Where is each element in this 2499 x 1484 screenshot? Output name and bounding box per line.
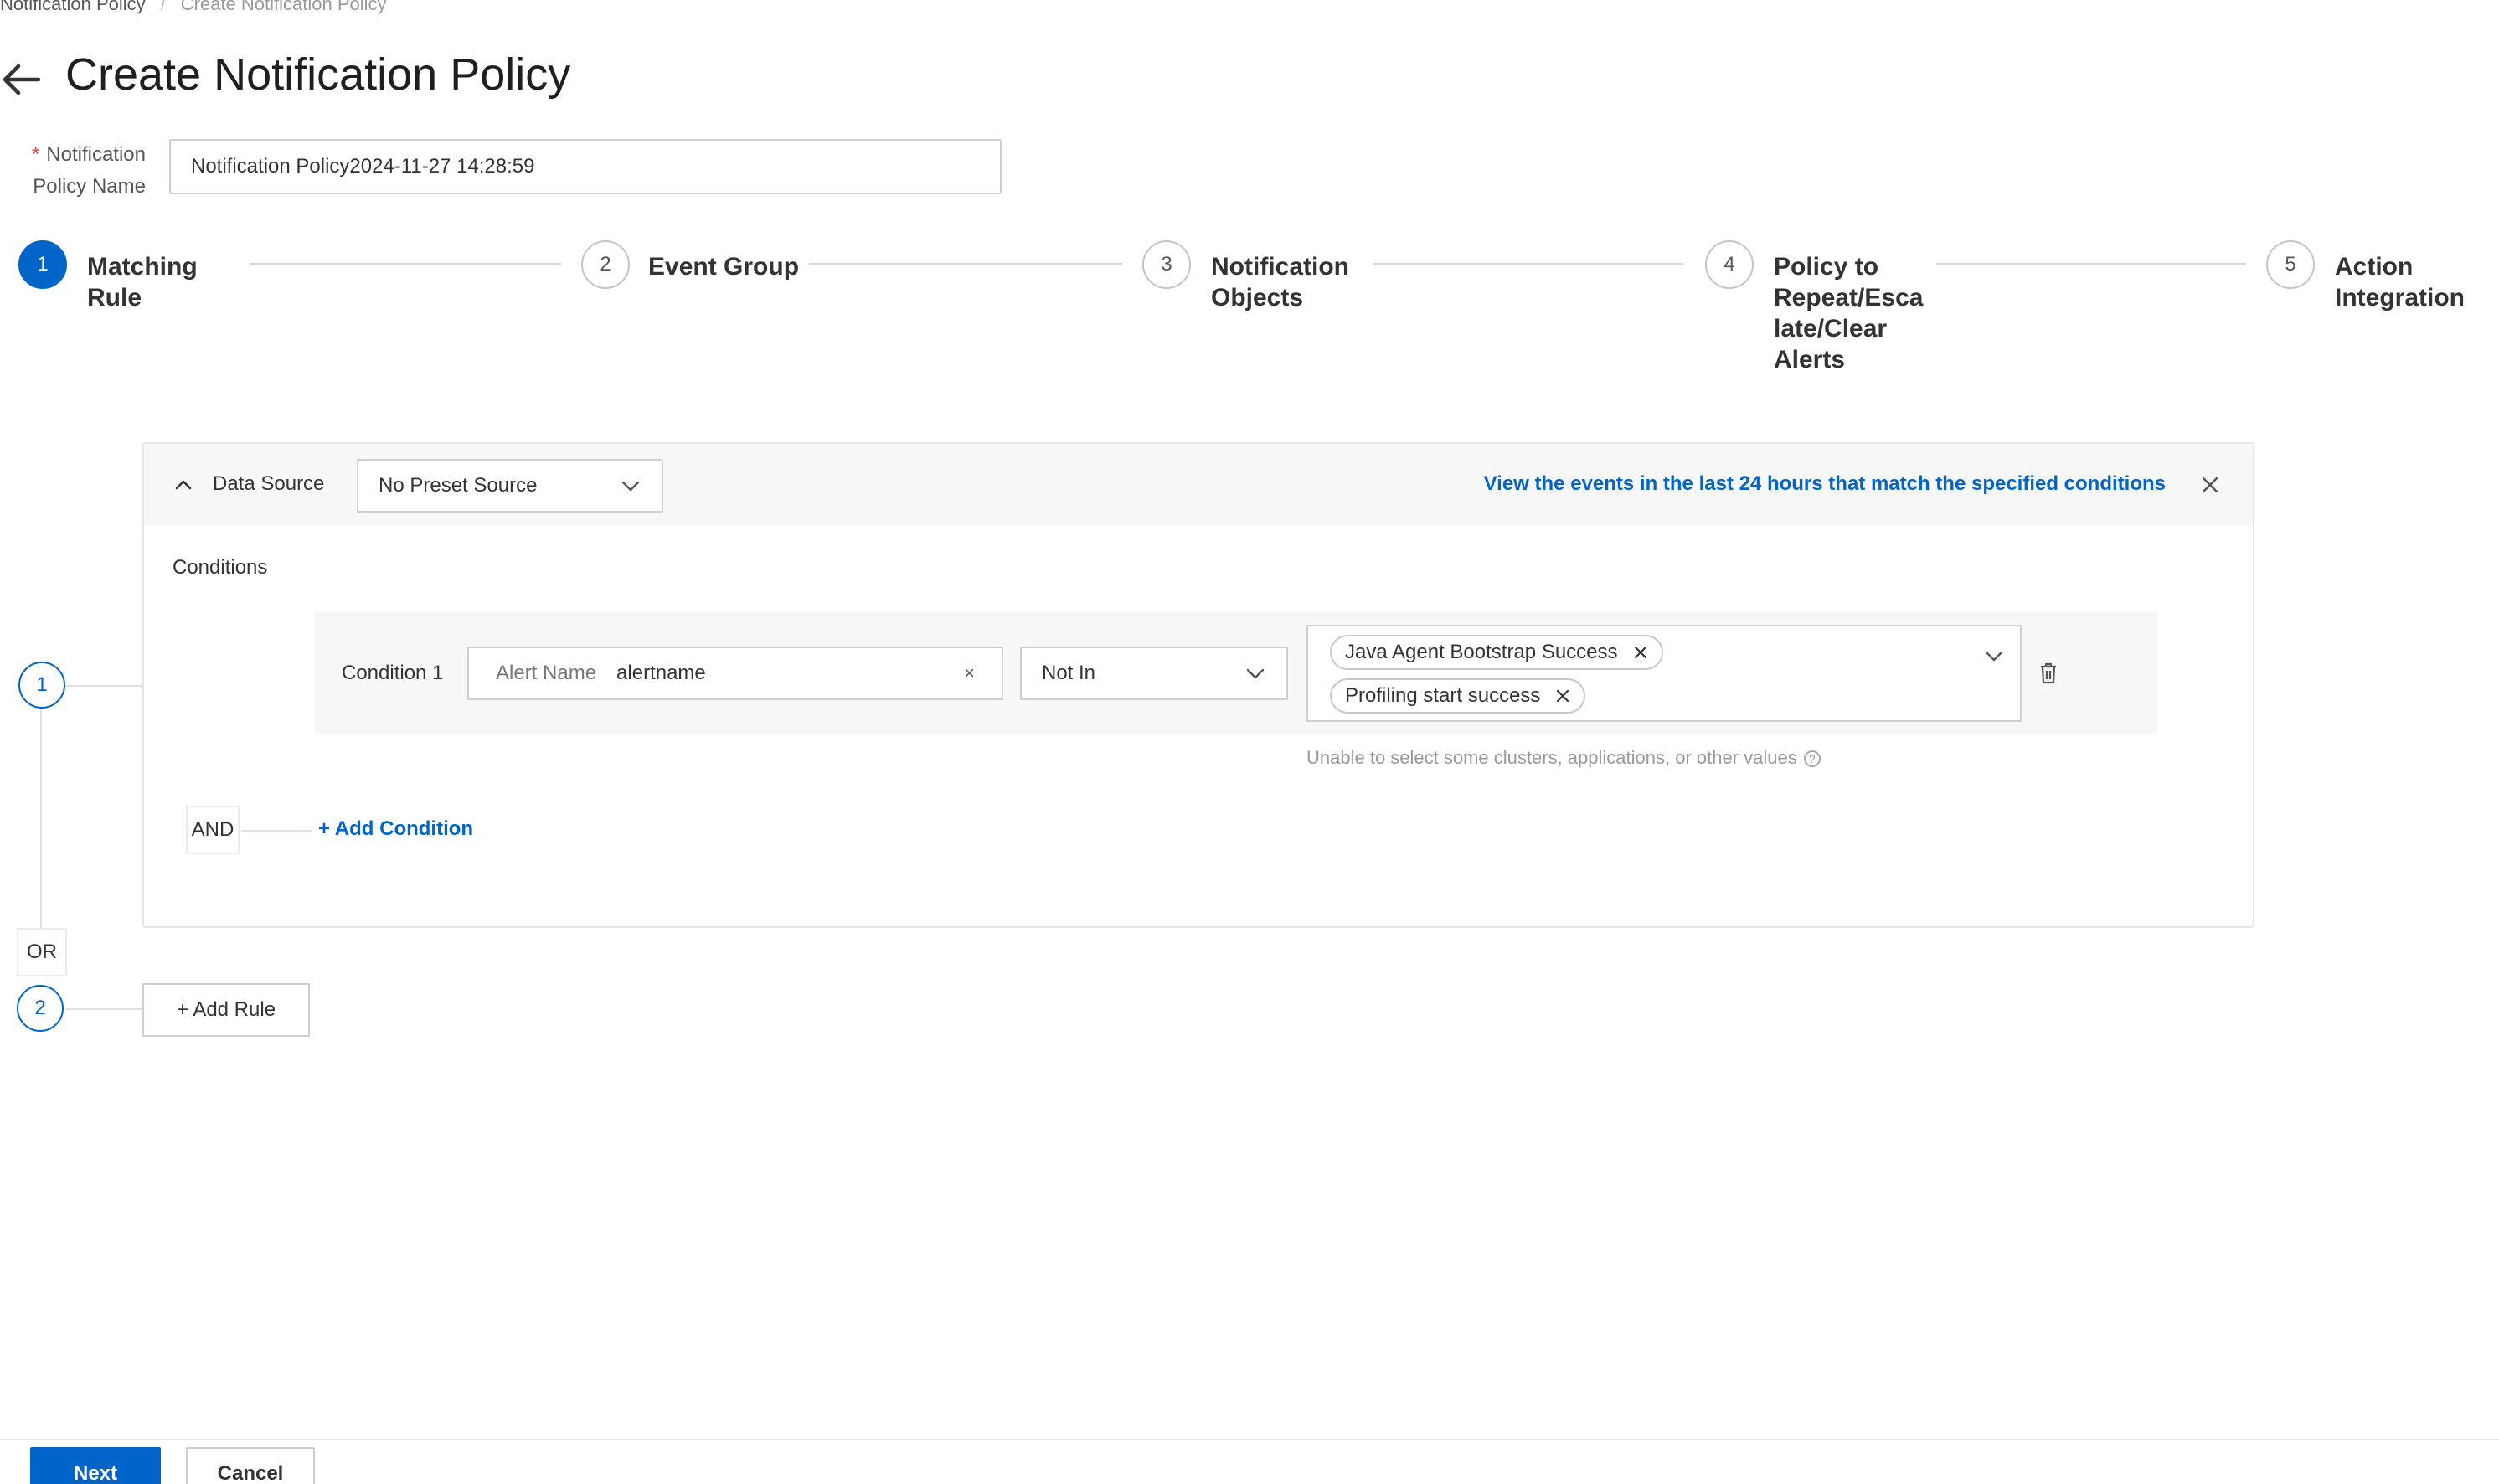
arrow-left-icon[interactable]: [0, 59, 42, 100]
step-connector: [250, 263, 561, 265]
step-5-label: Action Integration: [2335, 253, 2465, 312]
page-title: Create Notification Policy: [65, 49, 571, 100]
and-label: AND: [186, 806, 240, 854]
data-source-label: Data Source: [213, 472, 325, 495]
rule-2-number: 2: [17, 985, 64, 1032]
step-1-label: Matching Rule: [87, 253, 198, 312]
step-1-circle: 1: [18, 240, 67, 289]
rule-connector: [65, 685, 142, 687]
clear-icon[interactable]: ×: [964, 662, 975, 684]
step-5-circle: 5: [2266, 240, 2315, 289]
add-condition-link[interactable]: + Add Condition: [318, 817, 473, 841]
policy-name-label-line2: Policy Name: [33, 175, 146, 198]
value-tag-label: Profiling start success: [1345, 684, 1541, 707]
rule-connector: [65, 1008, 142, 1010]
required-mark: *: [31, 143, 40, 166]
operator-value: Not In: [1042, 662, 1096, 684]
condition-field-key: Alert Name: [496, 662, 597, 684]
data-source-select[interactable]: No Preset Source: [357, 459, 663, 513]
add-rule-button[interactable]: + Add Rule: [142, 983, 310, 1037]
condition-field-input[interactable]: Alert Name alertname ×: [467, 647, 1003, 700]
chevron-up-icon[interactable]: [173, 474, 194, 496]
data-source-value: No Preset Source: [379, 474, 538, 497]
condition-values-select[interactable]: Java Agent Bootstrap Success Profiling s…: [1306, 625, 2022, 722]
hint-text: Unable to select some clusters, applicat…: [1306, 747, 1821, 769]
condition-label: Condition 1: [342, 662, 444, 684]
step-2-label: Event Group: [648, 253, 800, 281]
cancel-button[interactable]: Cancel: [186, 1447, 315, 1484]
rule-1-number: 1: [18, 662, 65, 709]
value-tag: Profiling start success: [1330, 678, 1586, 714]
step-4-label: Policy to Repeat/Esca late/Clear Alerts: [1774, 253, 1924, 374]
condition-field-value: alertname: [616, 662, 706, 684]
close-icon[interactable]: [1633, 645, 1648, 660]
policy-name-input[interactable]: [169, 139, 1002, 194]
breadcrumb: Notification Policy / Create Notification …: [0, 0, 387, 15]
step-2-circle: 2: [581, 240, 630, 289]
step-3-circle: 3: [1142, 240, 1191, 289]
chevron-down-icon: [621, 481, 640, 492]
or-label: OR: [17, 928, 67, 976]
close-icon[interactable]: [1555, 688, 1570, 703]
breadcrumb-parent[interactable]: Notification Policy: [0, 0, 146, 14]
step-3-label: Notification Objects: [1211, 253, 1349, 312]
rule-rail-line: [40, 709, 42, 928]
footer-divider: [0, 1439, 2499, 1440]
chevron-down-icon: [1246, 668, 1265, 679]
value-tag-label: Java Agent Bootstrap Success: [1345, 641, 1618, 663]
help-circle-icon[interactable]: ?: [1803, 750, 1821, 768]
policy-name-label-line1: Notification: [46, 143, 146, 166]
breadcrumb-separator: /: [160, 0, 166, 14]
operator-select[interactable]: Not In: [1020, 647, 1288, 700]
close-icon[interactable]: [2201, 476, 2219, 494]
conditions-title: Conditions: [173, 556, 268, 579]
step-4-circle: 4: [1705, 240, 1754, 289]
breadcrumb-current: Create Notification Policy: [180, 0, 387, 14]
and-connector: [241, 830, 312, 832]
view-events-link[interactable]: View the events in the last 24 hours tha…: [1484, 472, 2166, 496]
value-tag: Java Agent Bootstrap Success: [1330, 635, 1663, 670]
step-connector: [809, 263, 1122, 265]
hint-label: Unable to select some clusters, applicat…: [1306, 747, 1797, 768]
next-button[interactable]: Next: [30, 1447, 161, 1484]
trash-icon[interactable]: [2038, 662, 2058, 685]
policy-name-label: * Notification Policy Name: [12, 139, 146, 203]
chevron-down-icon: [1985, 651, 2003, 662]
step-connector: [1936, 263, 2246, 265]
step-connector: [1373, 263, 1683, 265]
